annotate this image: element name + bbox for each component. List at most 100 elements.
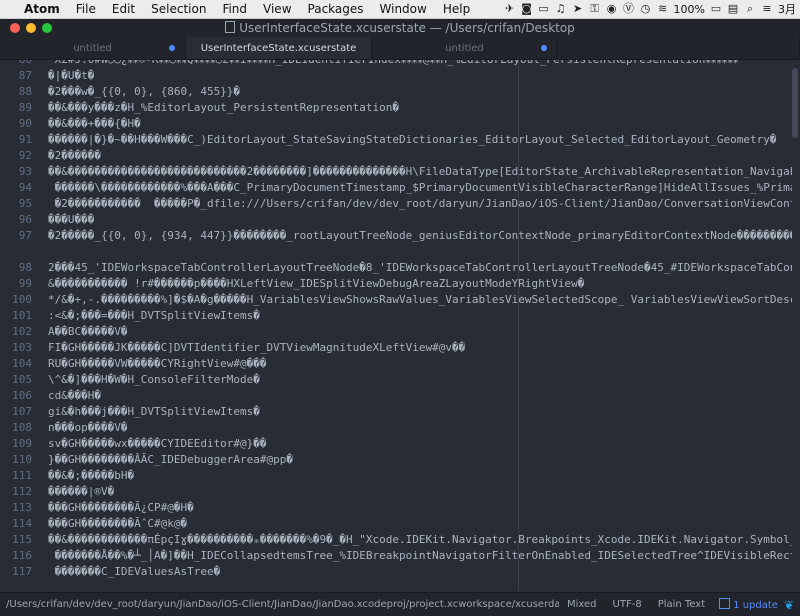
- code-line[interactable]: sv�GH�����wx�����CYIDEEditor#@}��: [48, 436, 792, 452]
- code-line[interactable]: ������\������������%���A���C_PrimaryDocu…: [48, 180, 792, 196]
- line-number: 103: [12, 341, 32, 354]
- menu-clock[interactable]: 3月: [778, 1, 796, 17]
- control-center-icon[interactable]: ≡: [761, 3, 773, 15]
- code-line[interactable]: ��&�;�����bH�: [48, 468, 792, 484]
- line-number: 87: [18, 69, 32, 82]
- airplane-icon[interactable]: ✈: [504, 3, 516, 15]
- code-line[interactable]: "X2#J.0#W○○¿⁂®ªR⁂○⁂Q⁂⁂○2⁂i⁂⁂H_IDEIdentif…: [48, 60, 792, 68]
- code-line[interactable]: ��&���y���z�H_%EditorLayout_PersistentRe…: [48, 100, 792, 116]
- code-line[interactable]: ������|®V�: [48, 484, 792, 500]
- code-line[interactable]: �|�U�t�: [48, 68, 792, 84]
- package-update-button[interactable]: 1 update: [713, 598, 784, 611]
- camera-icon[interactable]: ◙: [521, 3, 533, 15]
- code-line[interactable]: }��GH��������ÂÃC_IDEDebuggerArea#@pp�: [48, 452, 792, 468]
- editor-scrollbar[interactable]: [792, 68, 798, 138]
- tab-untitled-2[interactable]: untitled: [372, 37, 558, 59]
- code-line[interactable]: gi&�h���j���H_DVTSplitViewItems�: [48, 404, 792, 420]
- line-number: 93: [18, 165, 32, 178]
- screen-icon[interactable]: ▭: [538, 3, 550, 15]
- line-ending-selector[interactable]: Mixed: [559, 599, 605, 610]
- battery-percent: 100%: [673, 2, 705, 16]
- line-number: 88: [18, 85, 32, 98]
- line-number: 91: [18, 133, 32, 146]
- code-line[interactable]: ��&���+���{�H�: [48, 116, 792, 132]
- line-number: 116: [12, 549, 32, 562]
- code-line[interactable]: ��&������������πÉpçIɣ����������ₘ�������%…: [48, 532, 792, 548]
- minimize-window-button[interactable]: [26, 23, 36, 33]
- status-bar: /Users/crifan/dev/dev_root/daryun/JianDa…: [0, 592, 800, 616]
- code-line[interactable]: �2���w�_{{0, 0}, {860, 455}}�: [48, 84, 792, 100]
- code-line[interactable]: n���op����V�: [48, 420, 792, 436]
- code-line[interactable]: [48, 244, 792, 260]
- grammar-selector[interactable]: Plain Text: [650, 599, 713, 610]
- code-line[interactable]: :<&�;���=���H_DVTSplitViewItems�: [48, 308, 792, 324]
- wifi-icon[interactable]: ≋: [657, 3, 669, 15]
- menu-bar: Atom File Edit Selection Find View Packa…: [0, 0, 800, 19]
- chat-icon[interactable]: ◉: [606, 3, 618, 15]
- menu-app-name[interactable]: Atom: [20, 2, 68, 16]
- code-line[interactable]: �������C_IDEValuesAsTree�: [48, 564, 792, 580]
- twitter-bird-icon[interactable]: ❦: [784, 598, 800, 612]
- menu-packages[interactable]: Packages: [300, 2, 372, 16]
- file-path[interactable]: /Users/crifan/dev/dev_root/daryun/JianDa…: [0, 599, 559, 610]
- code-line[interactable]: \^&�]���H�W�H_ConsoleFilterMode�: [48, 372, 792, 388]
- menu-file[interactable]: File: [68, 2, 104, 16]
- code-line[interactable]: ���U���: [48, 212, 792, 228]
- menu-window[interactable]: Window: [372, 2, 435, 16]
- code-line[interactable]: ���GH��������ÃˆC#@k@�: [48, 516, 792, 532]
- code-line[interactable]: ���GH��������Ã¿CP#@�H�: [48, 500, 792, 516]
- line-number: 117: [12, 565, 32, 578]
- line-number: 99: [18, 277, 32, 290]
- menu-help[interactable]: Help: [435, 2, 478, 16]
- code-line[interactable]: cd&���H�: [48, 388, 792, 404]
- line-number: 92: [18, 149, 32, 162]
- text-editor[interactable]: 8687 88 89 90 91 92 93 94 95 96 97 98 99 100 101 102 103…: [0, 60, 800, 591]
- lock-icon[interactable]: ⚿: [589, 3, 601, 15]
- gift-icon: [719, 598, 731, 609]
- code-line[interactable]: FI�GH�����JK�����C]DVTIdentifier_DVTView…: [48, 340, 792, 356]
- modified-dot-icon: [541, 45, 547, 51]
- status-menus: ✈ ◙ ▭ ♫ ➤ ⚿ ◉ Ⓥ ◷ ≋ 100% ▭ ▤ ⌕ ≡ 3月: [504, 1, 800, 17]
- battery-icon[interactable]: ▭: [710, 3, 722, 15]
- code-line[interactable]: ������|�}�~��H���W���C_)EditorLayout_Sta…: [48, 132, 792, 148]
- menu-edit[interactable]: Edit: [104, 2, 143, 16]
- telegram-icon[interactable]: ➤: [572, 3, 584, 15]
- code-line[interactable]: 2���45_'IDEWorkspaceTabControllerLayoutT…: [48, 260, 792, 276]
- tab-label: untitled: [445, 42, 484, 54]
- flag-icon[interactable]: ▤: [727, 3, 739, 15]
- line-number: 95: [18, 197, 32, 210]
- zoom-window-button[interactable]: [42, 23, 52, 33]
- line-number: 96: [18, 213, 32, 226]
- tab-label: UserInterfaceState.xcuserstate: [200, 42, 357, 54]
- menu-selection[interactable]: Selection: [143, 2, 214, 16]
- line-number: 111: [12, 469, 32, 482]
- document-icon: [225, 21, 236, 33]
- code-line[interactable]: ��&���������������������������2��������]…: [48, 164, 792, 180]
- line-number: 112: [12, 485, 32, 498]
- code-line[interactable]: �������Å��%�┴_│A�]��H_IDECollapsedtemsTr…: [48, 548, 792, 564]
- editor-content[interactable]: "X2#J.0#W○○¿⁂®ªR⁂○⁂Q⁂⁂○2⁂i⁂⁂H_IDEIdentif…: [48, 60, 792, 591]
- v-app-icon[interactable]: Ⓥ: [623, 3, 635, 15]
- encoding-selector[interactable]: UTF-8: [605, 599, 650, 610]
- line-number: 114: [12, 517, 32, 530]
- search-icon[interactable]: ⌕: [744, 3, 756, 15]
- close-window-button[interactable]: [10, 23, 20, 33]
- line-number: 110: [12, 453, 32, 466]
- menu-find[interactable]: Find: [214, 2, 255, 16]
- line-number: 101: [12, 309, 32, 322]
- code-line[interactable]: �2������: [48, 148, 792, 164]
- code-line[interactable]: &����������� !r#������p����HXLeftView_ID…: [48, 276, 792, 292]
- line-number-gutter: 8687 88 89 90 91 92 93 94 95 96 97 98 99 100 101 102 103…: [0, 60, 40, 591]
- code-line[interactable]: A��BC�����V�: [48, 324, 792, 340]
- tab-untitled-1[interactable]: untitled: [0, 37, 186, 59]
- tab-userinterfacestate[interactable]: UserInterfaceState.xcuserstate: [186, 37, 372, 59]
- code-line[interactable]: RU�GH�����VW�����CYRightView#@���: [48, 356, 792, 372]
- menu-view[interactable]: View: [255, 2, 299, 16]
- code-line[interactable]: �2�����_{{0, 0}, {934, 447}}��������_roo…: [48, 228, 792, 244]
- clock-icon[interactable]: ◷: [640, 3, 652, 15]
- headphones-icon[interactable]: ♫: [555, 3, 567, 15]
- code-line[interactable]: �2����������� �����P�_dfile:///Users/cri…: [48, 196, 792, 212]
- window-controls: [0, 23, 52, 33]
- code-line[interactable]: */&�+,-.���������%]�$�A�g�����H_Variable…: [48, 292, 792, 308]
- line-number: 109: [12, 437, 32, 450]
